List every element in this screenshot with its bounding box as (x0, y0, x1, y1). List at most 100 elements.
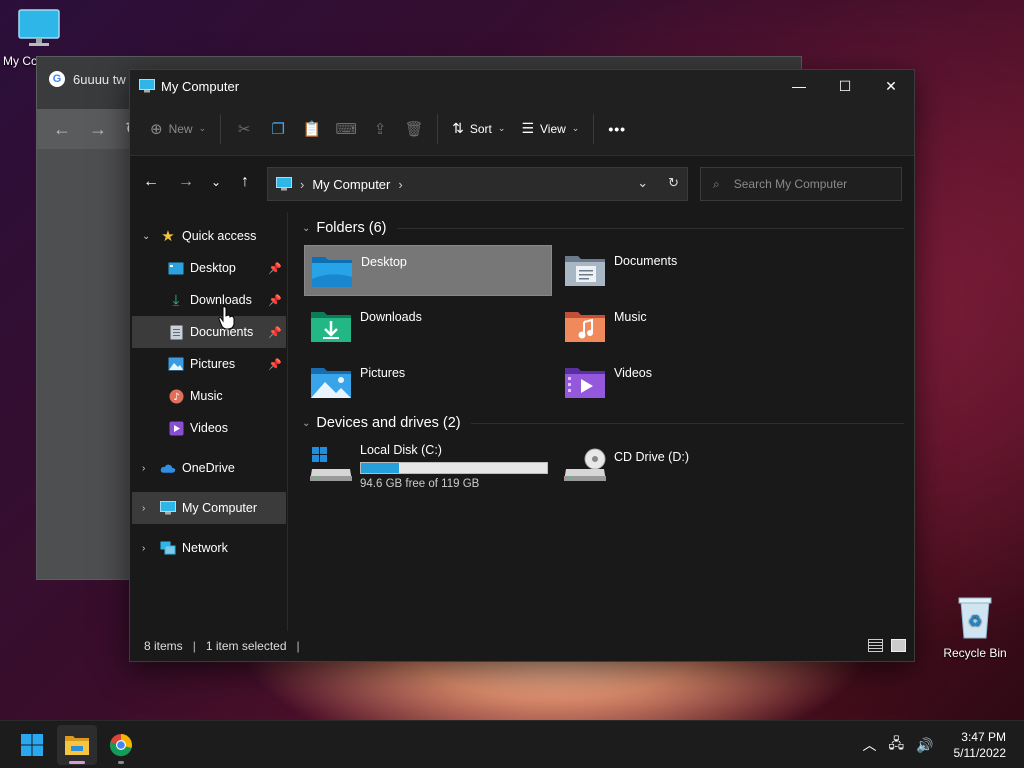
share-button[interactable]: ⇪ (365, 113, 395, 145)
active-indicator (69, 761, 85, 764)
chevron-right-icon[interactable]: › (142, 503, 145, 514)
videos-icon (168, 420, 184, 436)
pictures-icon (168, 356, 184, 372)
document-icon (168, 324, 184, 340)
cd-drive-icon (564, 448, 606, 481)
google-icon: G (49, 71, 65, 87)
sidebar-item-downloads[interactable]: ⤓ Downloads 📌 (132, 284, 286, 316)
breadcrumb-my-computer[interactable]: My Computer (312, 177, 390, 192)
recent-locations-icon[interactable]: ⌄ (206, 175, 226, 189)
address-bar[interactable]: › My Computer › ⌄ ↻ (267, 167, 688, 201)
search-icon: ⌕ (713, 176, 720, 191)
drive-tile-c[interactable]: Local Disk (C:) 94.6 GB free of 119 GB (304, 440, 552, 496)
folder-tile-documents[interactable]: Documents (558, 245, 806, 296)
command-bar: ⊕ New ⌄ ✂ ❐ 📋 ⌨ ⇪ 🗑 ⇅ Sort ⌄ ☰ View ⌄ ••… (130, 102, 914, 156)
address-history-chevron-icon[interactable]: ⌄ (637, 175, 648, 191)
close-button[interactable]: ✕ (868, 70, 914, 102)
sidebar-item-my-computer[interactable]: › My Computer (132, 492, 286, 524)
copy-button[interactable]: ❐ (263, 113, 293, 145)
toolbar-divider (593, 113, 595, 144)
forward-icon[interactable]: → (176, 173, 196, 191)
sidebar-item-desktop[interactable]: Desktop 📌 (132, 252, 286, 284)
share-icon: ⇪ (373, 120, 387, 138)
sidebar-item-quick-access[interactable]: ⌄ ★ Quick access (132, 220, 286, 252)
chevron-right-icon[interactable]: › (142, 543, 145, 554)
music-icon: ♪ (168, 388, 184, 404)
breadcrumb-chevron-icon[interactable]: › (398, 177, 402, 192)
show-hidden-icons-chevron-icon[interactable]: ︿ (862, 735, 876, 755)
sidebar-item-music[interactable]: ♪ Music (132, 380, 286, 412)
pin-icon: 📌 (268, 326, 282, 339)
large-icons-view-icon[interactable] (891, 639, 906, 652)
up-icon[interactable]: ↑ (235, 173, 255, 191)
group-header-folders[interactable]: ⌄ Folders (6) (300, 220, 904, 236)
star-icon: ★ (161, 228, 175, 245)
svg-text:♻: ♻ (968, 611, 982, 630)
svg-text:♪: ♪ (173, 392, 179, 403)
music-folder-icon (565, 312, 605, 342)
details-view-icon[interactable] (868, 639, 883, 652)
minimize-icon: — (792, 78, 806, 94)
title-bar[interactable]: My Computer — ☐ ✕ (130, 70, 914, 102)
rename-button[interactable]: ⌨ (331, 113, 361, 145)
file-explorer-window[interactable]: My Computer — ☐ ✕ ⊕ New ⌄ ✂ ❐ 📋 ⌨ ⇪ 🗑 ⇅ … (129, 69, 915, 662)
status-divider: | (296, 639, 300, 653)
minimize-button[interactable]: — (776, 70, 822, 102)
clock[interactable]: 3:47 PM 5/11/2022 (954, 729, 1007, 761)
group-header-drives[interactable]: ⌄ Devices and drives (2) (300, 415, 904, 431)
back-icon[interactable]: ← (141, 173, 161, 191)
view-button[interactable]: ☰ View ⌄ (513, 113, 587, 145)
navigation-bar: ← → ⌄ ↑ › My Computer › ⌄ ↻ ⌕ (130, 156, 914, 212)
maximize-button[interactable]: ☐ (822, 70, 868, 102)
drive-tile-d[interactable]: CD Drive (D:) (558, 440, 806, 496)
search-box[interactable]: ⌕ (700, 167, 902, 201)
divider (396, 227, 904, 229)
sidebar-item-pictures[interactable]: Pictures 📌 (132, 348, 286, 380)
toolbar-divider (437, 113, 439, 144)
folder-tile-music[interactable]: Music (558, 301, 806, 352)
item-count: 8 items (144, 639, 183, 653)
folder-tile-downloads[interactable]: Downloads (304, 301, 552, 352)
folder-tile-pictures[interactable]: Pictures (304, 357, 552, 408)
sidebar-item-videos[interactable]: Videos (132, 412, 286, 444)
system-tray: ︿ 🖧 🔊 3:47 PM 5/11/2022 (862, 721, 1024, 768)
status-bar: 8 items | 1 item selected | (130, 631, 914, 661)
delete-button[interactable]: 🗑 (399, 113, 429, 145)
file-explorer-icon (65, 736, 89, 755)
start-button[interactable] (12, 725, 52, 765)
new-button[interactable]: ⊕ New ⌄ (142, 113, 214, 145)
paste-button[interactable]: 📋 (297, 113, 327, 145)
drive-usage-bar (360, 462, 548, 474)
sidebar-item-onedrive[interactable]: › OneDrive (132, 452, 286, 484)
sidebar-item-network[interactable]: › Network (132, 532, 286, 564)
volume-icon[interactable]: 🔊 (916, 737, 933, 754)
chevron-down-icon: ⌄ (571, 123, 580, 133)
sort-button[interactable]: ⇅ Sort ⌄ (444, 113, 513, 145)
monitor-icon (160, 500, 176, 516)
folder-tile-videos[interactable]: Videos (558, 357, 806, 408)
browser-tab[interactable]: G 6uuuu tw (49, 71, 126, 87)
browser-tab-title: 6uuuu tw (73, 71, 126, 87)
browser-back-icon[interactable]: ← (53, 119, 71, 140)
folder-label: Documents (614, 254, 678, 268)
hand-cursor-icon (218, 306, 235, 330)
navigation-pane: ⌄ ★ Quick access Desktop 📌 ⤓ Downloads 📌… (130, 212, 288, 631)
cut-button[interactable]: ✂ (229, 113, 259, 145)
desktop-icon-recycle-bin[interactable]: ♻ Recycle Bin (940, 596, 1010, 660)
refresh-icon[interactable]: ↻ (668, 175, 679, 191)
cut-icon: ✂ (237, 120, 251, 138)
more-icon: ••• (608, 120, 627, 137)
sidebar-item-documents[interactable]: Documents 📌 (132, 316, 286, 348)
taskbar-file-explorer[interactable] (57, 725, 97, 765)
more-options-button[interactable]: ••• (600, 113, 634, 145)
chevron-right-icon[interactable]: › (142, 463, 145, 474)
taskbar-chrome[interactable] (101, 725, 141, 765)
download-icon: ⤓ (172, 291, 180, 309)
folder-tile-desktop[interactable]: Desktop (304, 245, 552, 296)
sidebar-label: Videos (190, 421, 228, 435)
sidebar-label: OneDrive (182, 461, 235, 475)
browser-forward-icon[interactable]: → (89, 119, 107, 140)
search-input[interactable] (733, 177, 884, 191)
chevron-down-icon[interactable]: ⌄ (142, 231, 150, 242)
network-status-icon[interactable]: 🖧 (888, 733, 904, 757)
